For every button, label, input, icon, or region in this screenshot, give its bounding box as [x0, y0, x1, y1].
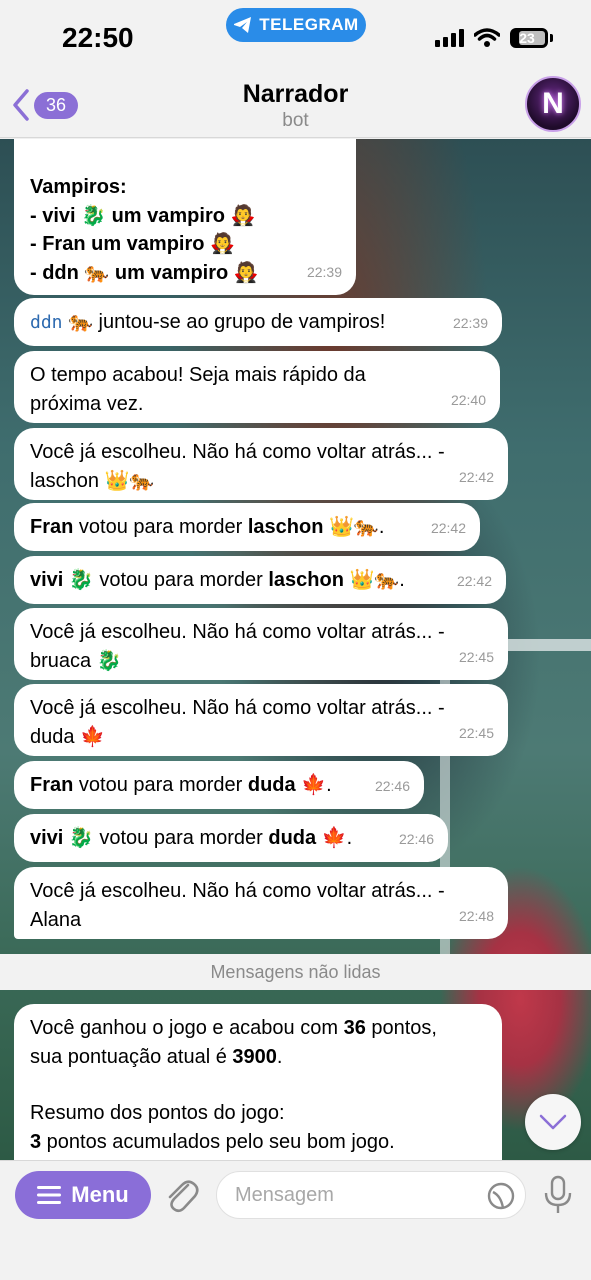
message-text: votou para morder: [73, 516, 248, 538]
message-bubble[interactable]: Vampiros: - vivi 🐉 um vampiro 🧛 - Fran u…: [14, 139, 356, 295]
message-text: Resumo dos pontos do jogo:: [30, 1102, 285, 1124]
message-text: Você já escolheu. Não há como voltar atr…: [30, 441, 445, 492]
message-text: 🍁.: [316, 827, 353, 849]
message-time: 22:42: [458, 469, 494, 485]
menu-icon: [37, 1186, 62, 1204]
voice-record-button[interactable]: [543, 1175, 573, 1220]
system-icons: 23: [435, 28, 553, 48]
message-bubble[interactable]: vivi 🐉 votou para morder laschon 👑🐅. 22:…: [14, 556, 506, 604]
message-time: 22:45: [458, 649, 494, 665]
message-text: O tempo acabou! Seja mais rápido da próx…: [30, 364, 366, 415]
message-text: Você ganhou o jogo e acabou com: [30, 1017, 344, 1039]
wifi-icon: [474, 28, 500, 47]
message-input[interactable]: [235, 1184, 475, 1207]
telegram-pill[interactable]: TELEGRAM: [226, 8, 366, 42]
voter-name: vivi: [30, 827, 64, 849]
message-text: Você já escolheu. Não há como voltar atr…: [30, 697, 445, 748]
message-text: Você já escolheu. Não há como voltar atr…: [30, 880, 445, 931]
message-text: 🐅 juntou-se ao grupo de vampiros!: [62, 311, 386, 333]
message-text: Você já escolheu. Não há como voltar atr…: [30, 621, 445, 672]
chat-subtitle: bot: [282, 110, 309, 131]
telegram-pill-label: TELEGRAM: [259, 15, 359, 34]
message-input-wrapper: [216, 1171, 526, 1219]
target-name: laschon: [247, 516, 324, 538]
chat-area[interactable]: Vampiros: - vivi 🐉 um vampiro 🧛 - Fran u…: [0, 139, 591, 1160]
status-time: 22:50: [62, 22, 134, 53]
message-bubble[interactable]: vivi 🐉 votou para morder duda 🍁. 22:46: [14, 814, 448, 862]
message-time: 22:39: [306, 264, 342, 280]
message-time: 22:42: [456, 573, 492, 589]
message-bubble[interactable]: Fran votou para morder laschon 👑🐅. 22:42: [14, 503, 480, 551]
message-text: 🍁.: [295, 774, 332, 796]
score-value: 3900: [232, 1045, 277, 1068]
message-text: votou para morder: [73, 774, 248, 796]
scroll-down-button[interactable]: [525, 1094, 581, 1150]
signal-icon: [435, 29, 464, 47]
status-bar: 22:50 TELEGRAM 23: [0, 0, 591, 72]
message-bubble[interactable]: O tempo acabou! Seja mais rápido da próx…: [14, 351, 500, 423]
message-line: - Fran um vampiro 🧛: [30, 233, 235, 255]
message-bubble[interactable]: Você já escolheu. Não há como voltar atr…: [14, 608, 508, 680]
voter-name: Fran: [30, 516, 74, 538]
target-name: duda: [268, 827, 317, 849]
microphone-icon: [544, 1175, 572, 1213]
chat-header: 36 Narrador bot N: [0, 72, 591, 138]
telegram-plane-icon: [234, 17, 252, 33]
unread-divider: Mensagens não lidas: [0, 954, 591, 990]
attach-button[interactable]: [164, 1175, 200, 1220]
message-time: 22:46: [398, 831, 434, 847]
message-time: 22:46: [374, 778, 410, 794]
points-value: 36: [343, 1017, 366, 1039]
message-time: 22:42: [430, 520, 466, 536]
message-time: 22:48: [458, 908, 494, 924]
message-text: pontos acumulados pelo seu bom jogo.: [41, 1130, 395, 1153]
message-time: 22:39: [452, 315, 488, 331]
message-bubble[interactable]: Você já escolheu. Não há como voltar atr…: [14, 428, 508, 500]
battery-icon: 23: [510, 28, 548, 48]
paperclip-icon: [168, 1180, 199, 1213]
message-text: .: [276, 1045, 283, 1068]
message-text: 🐉 votou para morder: [63, 827, 269, 849]
points-value: 3: [30, 1130, 42, 1153]
message-time: 22:45: [458, 725, 494, 741]
message-bubble[interactable]: Você já escolheu. Não há como voltar atr…: [14, 684, 508, 756]
message-bubble[interactable]: Você já escolheu. Não há como voltar atr…: [14, 867, 508, 939]
message-line: Vampiros:: [30, 176, 127, 198]
target-name: laschon: [268, 569, 344, 591]
voter-name: Fran: [30, 774, 74, 796]
target-name: duda: [247, 774, 296, 796]
sticker-icon: [487, 1182, 515, 1210]
message-text: 🐉 votou para morder: [63, 569, 269, 591]
username-mono: ddn: [30, 312, 63, 333]
sticker-button[interactable]: [487, 1182, 515, 1215]
message-text: pontos,: [365, 1017, 437, 1039]
message-bubble[interactable]: ddn 🐅 juntou-se ao grupo de vampiros! 22…: [14, 298, 502, 346]
message-text: 👑🐅.: [323, 516, 385, 538]
composer-bar: Menu: [0, 1160, 591, 1280]
message-time: 22:40: [450, 392, 486, 408]
message-bubble[interactable]: Você ganhou o jogo e acabou com 36 ponto…: [14, 1004, 502, 1160]
bot-menu-button[interactable]: Menu: [15, 1171, 151, 1219]
chevron-down-icon: [539, 1114, 567, 1130]
message-line: - vivi 🐉 um vampiro 🧛: [30, 204, 256, 227]
message-text: 👑🐅.: [343, 569, 405, 591]
message-line: - ddn 🐅 um vampiro 🧛: [30, 261, 259, 284]
voter-name: vivi: [30, 569, 64, 591]
chat-title[interactable]: Narrador: [0, 80, 591, 109]
bot-avatar[interactable]: N: [525, 76, 581, 132]
message-text: sua pontuação atual é: [30, 1045, 233, 1068]
battery-level: 23: [519, 30, 535, 46]
menu-label: Menu: [71, 1182, 129, 1207]
message-bubble[interactable]: Fran votou para morder duda 🍁. 22:46: [14, 761, 424, 809]
